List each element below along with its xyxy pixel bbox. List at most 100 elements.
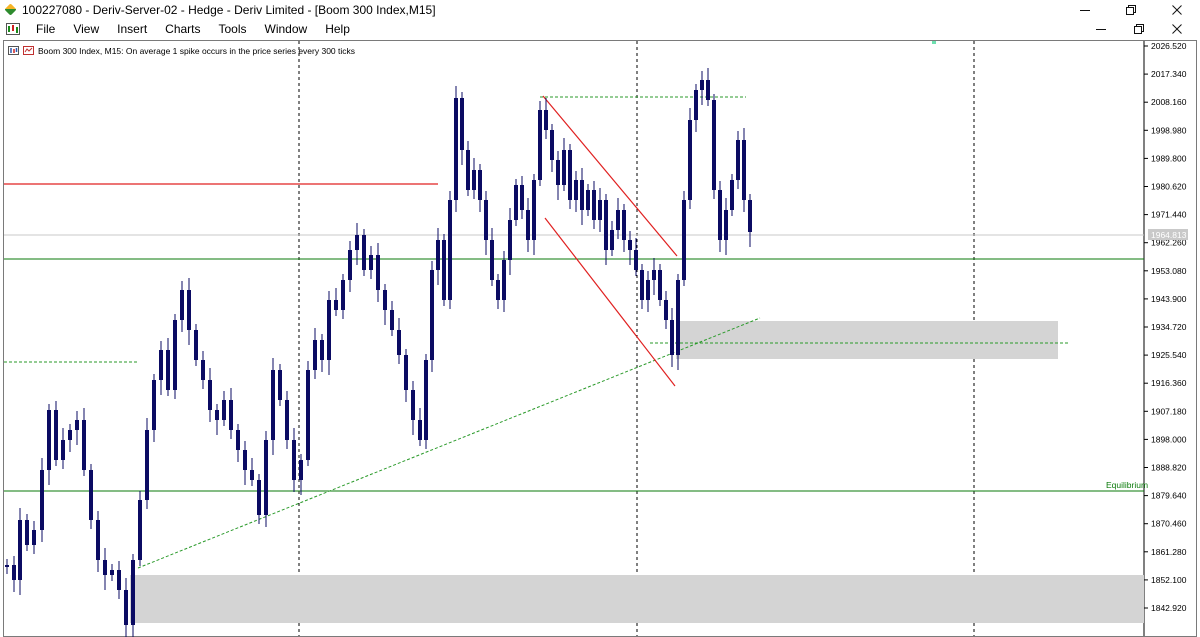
- chart-header: Boom 300 Index, M15: On average 1 spike …: [8, 44, 355, 57]
- candle-body: [562, 150, 566, 185]
- candle-body: [208, 380, 212, 410]
- candle-body: [75, 420, 79, 430]
- candle-body: [532, 180, 536, 240]
- candle-body: [222, 400, 226, 420]
- candle-body: [478, 170, 482, 200]
- candle-body: [411, 390, 415, 420]
- candle-body: [748, 200, 752, 232]
- candle-body: [430, 270, 434, 360]
- price-label: 1916.360: [1151, 378, 1187, 388]
- candle-body: [466, 150, 470, 190]
- symbol-description: Boom 300 Index, M15: On average 1 spike …: [38, 45, 356, 56]
- price-label: 1989.800: [1151, 153, 1187, 163]
- price-label: 1861.280: [1151, 547, 1187, 557]
- price-label: 1879.640: [1151, 491, 1187, 501]
- price-label: 1852.100: [1151, 575, 1187, 585]
- price-label: 1943.900: [1151, 294, 1187, 304]
- candle-body: [341, 280, 345, 310]
- candle-body: [348, 250, 352, 280]
- candle-body: [526, 210, 530, 240]
- candle-body: [271, 370, 275, 440]
- candle-body: [634, 250, 638, 270]
- candle-body: [592, 190, 596, 220]
- candle-body: [313, 340, 317, 370]
- candle-body: [110, 570, 114, 575]
- candle-body: [257, 480, 261, 515]
- candle-body: [664, 300, 668, 320]
- price-chart[interactable]: 2026.520 2017.340 2008.160 1998.980 1989.800…: [0, 0, 1200, 637]
- candle-body: [12, 565, 16, 580]
- candle-body: [173, 320, 177, 390]
- candle-body: [586, 190, 590, 210]
- candle-body: [448, 200, 452, 300]
- candle-body: [622, 210, 626, 240]
- candle-body: [25, 520, 29, 545]
- candle-body: [544, 110, 548, 130]
- candle-body: [96, 520, 100, 560]
- candle-body: [718, 190, 722, 240]
- candle-body: [264, 440, 268, 515]
- candle-body: [658, 270, 662, 300]
- price-label: 1898.000: [1151, 434, 1187, 444]
- price-label: 1998.980: [1151, 125, 1187, 135]
- indicator-icon[interactable]: [23, 46, 34, 55]
- candle-body: [229, 400, 233, 430]
- candle-body: [397, 330, 401, 355]
- candlestick-series: [5, 68, 752, 637]
- candle-body: [556, 160, 560, 185]
- current-price-text: 1964.813: [1151, 230, 1187, 240]
- price-label: 1953.080: [1151, 266, 1187, 276]
- candle-body: [736, 140, 740, 180]
- candle-body: [604, 200, 608, 250]
- candle-body: [628, 240, 632, 250]
- price-axis-labels: 2026.520 2017.340 2008.160 1998.980 1989.800…: [1144, 41, 1187, 613]
- candle-body: [131, 560, 135, 625]
- candle-body: [712, 100, 716, 190]
- candle-body: [124, 590, 128, 625]
- candle-body: [285, 400, 289, 440]
- candle-body: [299, 460, 303, 480]
- candle-body: [568, 150, 572, 200]
- candle-body: [61, 440, 65, 460]
- candle-body: [580, 180, 584, 210]
- candle-body: [145, 430, 149, 500]
- equilibrium-label: Equilibrium: [1106, 480, 1148, 490]
- price-label: 1888.820: [1151, 463, 1187, 473]
- demand-zone-upper[interactable]: [676, 321, 1058, 359]
- candle-body: [496, 280, 500, 300]
- candle-body: [5, 565, 9, 567]
- candle-body: [89, 470, 93, 520]
- candle-body: [520, 185, 524, 210]
- candle-body: [646, 280, 650, 300]
- chart-properties-icon[interactable]: [8, 46, 19, 55]
- demand-zone-lower[interactable]: [130, 575, 1144, 623]
- candle-body: [706, 80, 710, 100]
- candle-body: [460, 98, 464, 150]
- candle-body: [32, 530, 36, 545]
- candle-body: [700, 80, 704, 90]
- candle-body: [538, 110, 542, 180]
- candle-body: [369, 255, 373, 270]
- candle-body: [166, 350, 170, 390]
- candle-body: [670, 320, 674, 355]
- candle-body: [502, 260, 506, 300]
- candle-body: [454, 98, 458, 200]
- candle-body: [159, 350, 163, 380]
- candle-body: [640, 270, 644, 300]
- candle-body: [236, 430, 240, 450]
- ascending-trendline[interactable]: [137, 317, 761, 569]
- candle-body: [550, 130, 554, 160]
- price-label: 1971.440: [1151, 210, 1187, 220]
- candle-body: [68, 430, 72, 440]
- price-label: 1925.540: [1151, 350, 1187, 360]
- candle-body: [574, 180, 578, 200]
- candle-body: [180, 290, 184, 320]
- candle-body: [334, 300, 338, 310]
- candle-body: [320, 340, 324, 360]
- candle-body: [243, 450, 247, 470]
- candle-body: [306, 370, 310, 460]
- price-label: 1934.720: [1151, 322, 1187, 332]
- candle-body: [418, 420, 422, 440]
- price-label: 2008.160: [1151, 97, 1187, 107]
- candle-body: [40, 470, 44, 530]
